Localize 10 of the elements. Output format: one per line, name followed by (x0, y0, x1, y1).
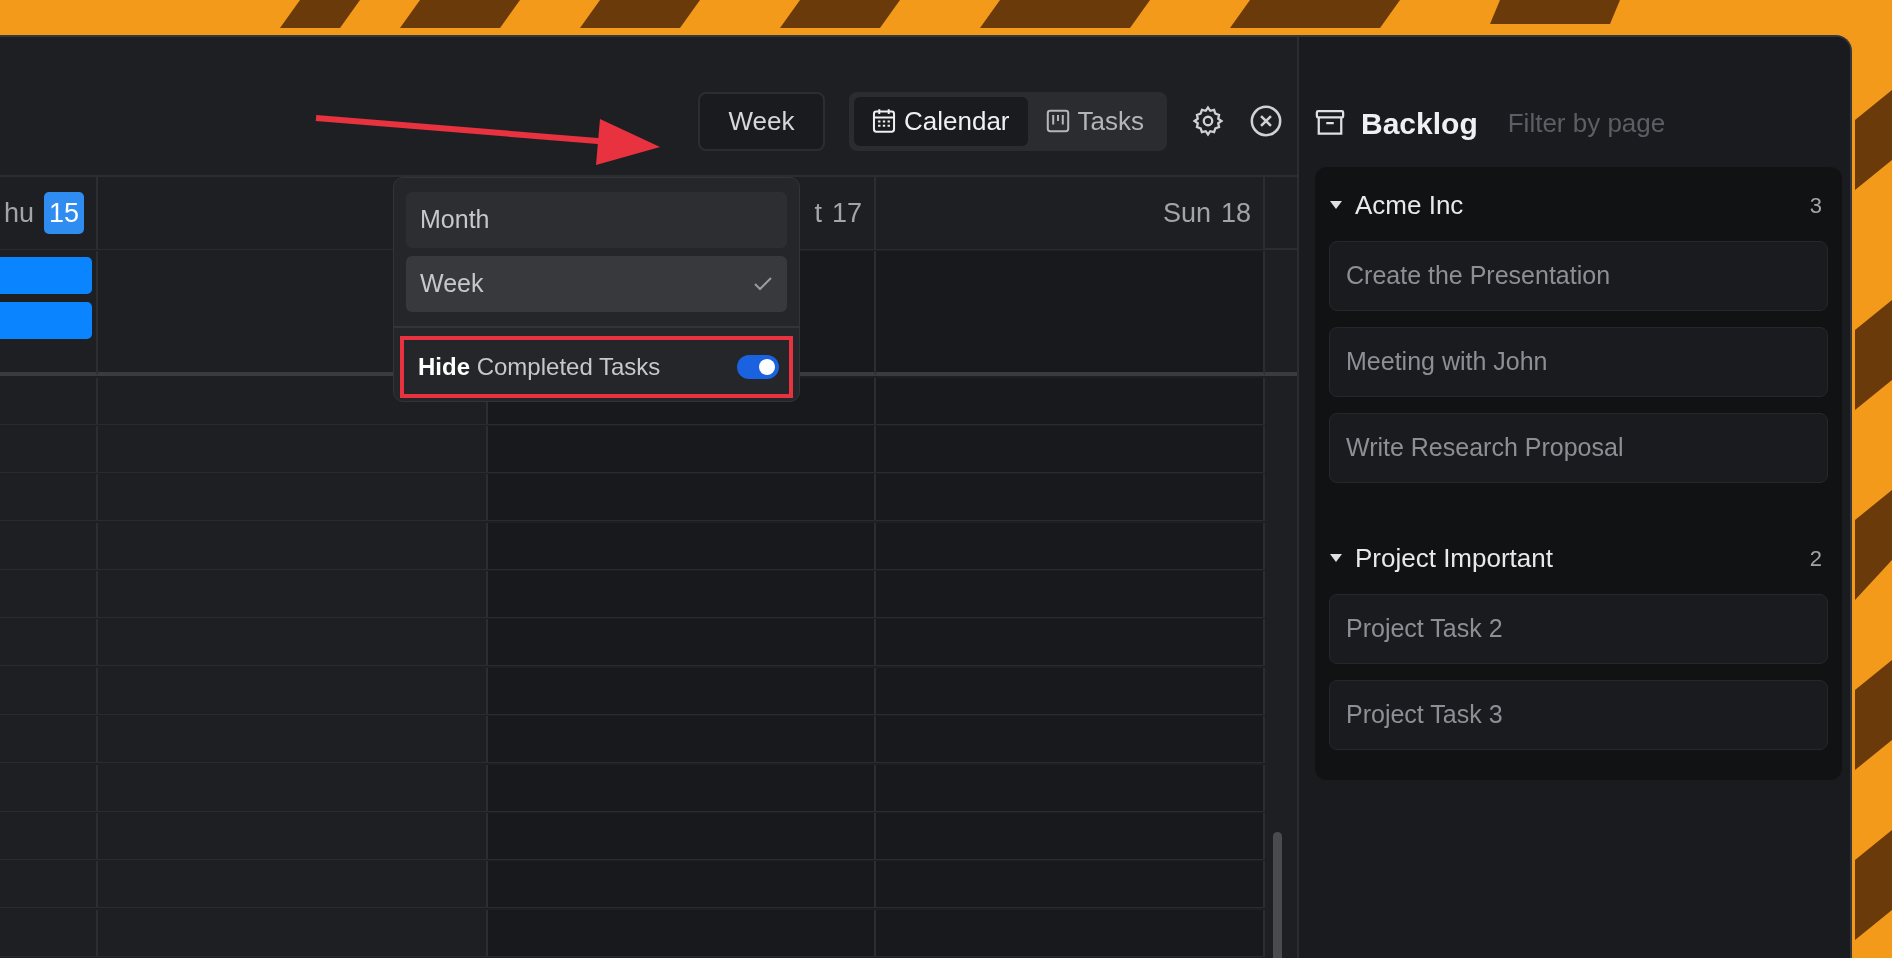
day-label: hu (3, 196, 34, 230)
day-number: 18 (1220, 196, 1251, 230)
day-label: t (814, 196, 822, 230)
item-count: 2 (1809, 544, 1823, 573)
item-count: 3 (1809, 191, 1823, 220)
toggle-label: Hide Completed Tasks (418, 352, 661, 382)
day-label: Sun (1162, 196, 1211, 230)
panel-title: Backlog (1361, 105, 1478, 142)
day-number: 15 (43, 191, 84, 235)
day-number: 17 (831, 196, 862, 230)
